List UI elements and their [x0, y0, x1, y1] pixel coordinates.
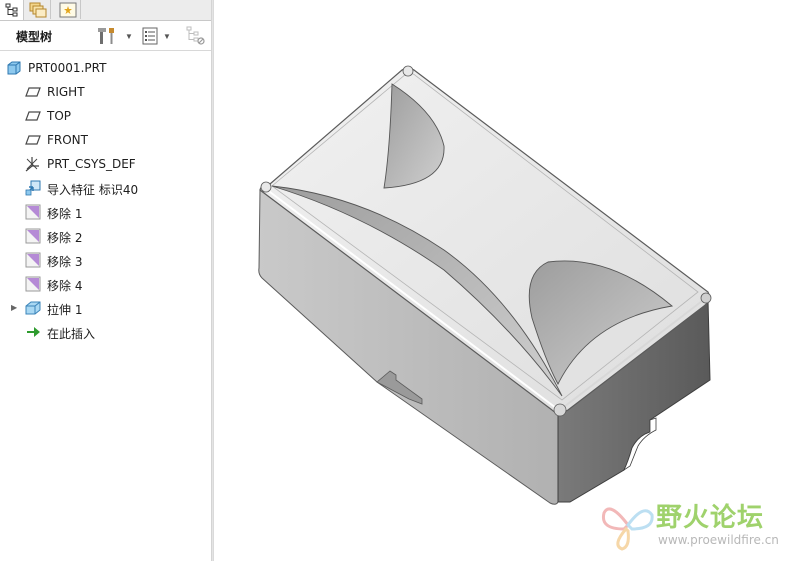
- insert-here-arrow-icon: [27, 327, 40, 337]
- datum-plane-icon: [25, 135, 41, 145]
- tree-node-label: TOP: [47, 109, 72, 123]
- tree-node-label: 移除 1: [47, 207, 83, 221]
- model-render: [258, 65, 712, 505]
- model-tree-title: 模型树: [16, 30, 53, 44]
- model-tree-toolbar: 模型树 ▼ ▼: [0, 21, 211, 51]
- model-corner-fillet: [700, 292, 712, 304]
- chevron-down-icon: ▼: [163, 31, 171, 41]
- tree-node-label: PRT_CSYS_DEF: [47, 157, 136, 171]
- model-tree-panel: 模型树 ▼ ▼ PRT0001.PRT RIGHT TOP FRONT PRT_…: [0, 0, 211, 561]
- tab-model-tree[interactable]: [0, 0, 24, 20]
- tree-node-label: FRONT: [47, 133, 88, 147]
- datum-plane-icon: [25, 87, 41, 97]
- tree-node-front[interactable]: FRONT: [0, 128, 211, 152]
- model-corner-fillet: [553, 403, 567, 417]
- remove-icon: [25, 252, 41, 268]
- graphics-viewport[interactable]: 野火论坛 www.proewildfire.cn: [214, 0, 809, 561]
- tree-settings-button[interactable]: ▼: [98, 25, 133, 47]
- watermark-url: www.proewildfire.cn: [658, 533, 779, 547]
- import-feature-icon: [25, 180, 41, 196]
- remove-icon: [25, 228, 41, 244]
- panel-tab-bar: [0, 0, 211, 21]
- tree-node-extrude-1[interactable]: ▶ 拉伸 1: [0, 296, 211, 320]
- layers-tab-icon: [29, 2, 46, 17]
- tree-settings-icon: [98, 28, 114, 44]
- watermark-title: 野火论坛: [656, 503, 765, 533]
- tree-filter-icon: [186, 26, 205, 45]
- tree-node-label: RIGHT: [47, 85, 85, 99]
- tree-node-label: 移除 3: [47, 255, 83, 269]
- extrude-icon: [25, 301, 41, 315]
- remove-icon: [25, 204, 41, 220]
- tab-favorites[interactable]: [55, 0, 81, 19]
- part-icon: [7, 61, 21, 75]
- favorites-tab-icon: [59, 2, 76, 17]
- tree-root-node[interactable]: PRT0001.PRT: [0, 56, 211, 80]
- tree-node-csys[interactable]: PRT_CSYS_DEF: [0, 152, 211, 176]
- tree-node-remove-4[interactable]: 移除 4: [0, 272, 211, 296]
- tree-node-label: 在此插入: [47, 327, 96, 341]
- tree-insert-here[interactable]: 在此插入: [0, 320, 211, 344]
- tree-columns-icon: [142, 27, 158, 45]
- tree-node-remove-2[interactable]: 移除 2: [0, 224, 211, 248]
- forum-watermark: 野火论坛 www.proewildfire.cn: [600, 495, 809, 557]
- model-tree-tab-icon: [5, 3, 17, 17]
- tree-node-label: 移除 2: [47, 231, 83, 245]
- tree-filter-button[interactable]: [186, 25, 206, 47]
- tree-node-label: 导入特征 标识40: [47, 183, 139, 197]
- butterfly-logo-icon: [601, 507, 654, 551]
- model-corner-fillet: [260, 181, 272, 193]
- tree-node-label: PRT0001.PRT: [28, 61, 107, 75]
- expand-arrow-icon[interactable]: ▶: [11, 303, 17, 312]
- model-corner-fillet: [402, 65, 414, 77]
- chevron-down-icon: ▼: [125, 31, 133, 41]
- remove-icon: [25, 276, 41, 292]
- tree-node-label: 移除 4: [47, 279, 83, 293]
- tree-node-import-feature[interactable]: 导入特征 标识40: [0, 176, 211, 200]
- tree-node-remove-1[interactable]: 移除 1: [0, 200, 211, 224]
- tree-node-label: 拉伸 1: [47, 303, 83, 317]
- datum-plane-icon: [25, 111, 41, 121]
- tree-node-right[interactable]: RIGHT: [0, 80, 211, 104]
- tab-layers[interactable]: [25, 0, 51, 19]
- tree-columns-button[interactable]: ▼: [142, 25, 171, 47]
- tree-node-remove-3[interactable]: 移除 3: [0, 248, 211, 272]
- tree-node-top[interactable]: TOP: [0, 104, 211, 128]
- csys-icon: [25, 157, 39, 172]
